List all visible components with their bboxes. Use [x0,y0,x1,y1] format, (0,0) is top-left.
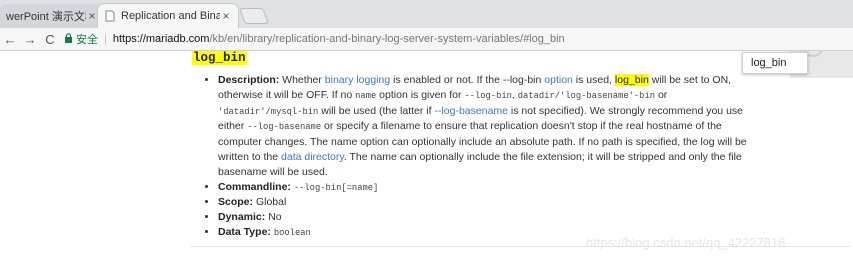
dynamic-label: Dynamic: [218,211,266,224]
address-separator: | [104,33,107,45]
text: is used, [572,74,615,86]
text: is enabled or not. If the --log-bin [390,74,545,86]
url-path: /kb/en/library/replication-and-binary-lo… [209,33,565,45]
tab-label: Replication and Binary [121,10,220,22]
option-link[interactable]: option [544,74,573,86]
code: --log-bin [464,90,512,101]
forward-icon[interactable]: → [20,32,40,47]
text: Whether [279,74,325,86]
back-icon[interactable]: ← [0,32,20,47]
text: option is given for [376,88,465,101]
scope-value: Global [255,196,287,209]
divider [190,246,850,247]
description-label: Description: [218,74,280,86]
data-type-value: boolean [273,227,311,238]
property-list: Description: Whether binary logging is e… [204,73,748,241]
search-highlight: log_bin [614,74,649,86]
data-type-label: Data Type: [218,225,271,238]
text: or [655,88,668,101]
page-content: log_bin Description: Whether binary logg… [0,51,853,263]
page-icon [104,10,116,22]
code: --log-basename [247,122,322,133]
tab-label: werPoint 演示文稿 [6,11,86,23]
list-item-description: Description: Whether binary logging is e… [218,73,748,180]
lock-icon [64,32,73,46]
text: will be used (the latter if [318,104,435,117]
log-basename-link[interactable]: --log-basename [434,105,508,117]
commandline-value: --log-bin[=name] [293,182,379,193]
close-icon[interactable]: × [220,9,232,23]
address-toolbar: ← → C 安全 | https://mariadb.com/kb/en/lib… [0,28,853,51]
page-title: log_bin [192,51,247,65]
tab-strip: werPoint 演示文稿 × Replication and Binary × [0,0,853,28]
list-item-commandline: Commandline: --log-bin[=name] [218,180,748,196]
url-host: https://mariadb.com [112,33,210,45]
tab-replication[interactable]: Replication and Binary × [98,4,238,28]
scope-label: Scope: [218,196,254,209]
watermark: https://blog.csdn.net/qq_42227818 [586,235,786,250]
data-directory-link[interactable]: data directory [281,151,344,163]
code: datadir/'log-basename'-bin [517,90,656,101]
reload-icon[interactable]: C [40,32,60,47]
binary-logging-link[interactable]: binary logging [325,74,390,86]
list-item-scope: Scope: Global [218,195,748,210]
close-icon[interactable]: × [86,9,98,23]
secure-label: 安全 [76,34,98,46]
dynamic-value: No [268,211,282,224]
code: name [355,90,377,101]
tab-powerpoint[interactable]: werPoint 演示文稿 × [0,4,104,28]
commandline-label: Commandline: [218,180,291,193]
new-tab-button[interactable] [239,8,269,24]
address-bar[interactable]: 安全 | https://mariadb.com/kb/en/library/r… [64,31,565,47]
code: 'datadir'/mysql-bin [218,106,319,117]
list-item-dynamic: Dynamic: No [218,210,748,225]
